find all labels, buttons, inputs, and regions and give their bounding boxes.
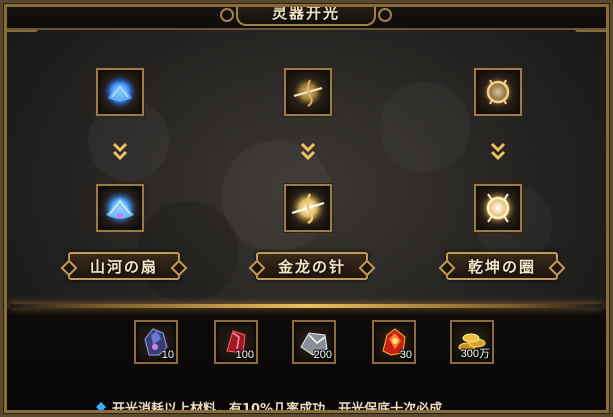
golden-ring-glowing-icon [479, 189, 517, 227]
material-slot-2[interactable]: 100 [214, 320, 258, 364]
artifact-slot-ring-before[interactable] [474, 68, 522, 116]
material-count: 200 [313, 349, 332, 361]
artifact-name: 乾坤の圈 [467, 257, 536, 276]
material-count: 300万 [460, 348, 490, 360]
double-chevron-down-icon [300, 142, 316, 161]
golden-ring-icon [481, 75, 515, 109]
artifact-slot-fan-before[interactable] [96, 68, 144, 116]
material-slot-4[interactable]: 30 [372, 320, 416, 364]
kaiguang-notice: 开光消耗以上材料，有10%几率成功，开光保底十次必成 [96, 398, 443, 417]
material-slot-5[interactable]: 300万 [450, 320, 494, 364]
double-chevron-down-icon [112, 142, 128, 161]
title-bar: 灵器开光 [0, 0, 613, 32]
blue-diamond-bullet-icon [96, 402, 106, 412]
artifact-slot-needle-after[interactable] [284, 184, 332, 232]
material-count: 100 [235, 349, 254, 361]
title-plate: 灵器开光 [220, 0, 392, 26]
corner-ornament-left [4, 2, 38, 32]
material-slot-1[interactable]: 10 [134, 320, 178, 364]
double-chevron-down-icon [490, 142, 506, 161]
material-count: 30 [399, 349, 412, 361]
blue-fan-icon [102, 74, 138, 110]
blue-fan-glowing-icon [101, 189, 139, 227]
material-slot-3[interactable]: 200 [292, 320, 336, 364]
artifact-slot-ring-after[interactable] [474, 184, 522, 232]
artifact-name-plate-needle: 金龙の针 [256, 252, 368, 280]
glowing-divider [10, 304, 603, 308]
golden-needle-icon [292, 76, 324, 108]
artifact-name-plate-fan: 山河の扇 [68, 252, 180, 280]
corner-ornament-right [575, 2, 609, 32]
artifact-slot-needle-before[interactable] [284, 68, 332, 116]
window-title: 灵器开光 [271, 3, 340, 22]
material-count: 10 [161, 349, 174, 361]
notice-text: 开光消耗以上材料，有10%几率成功，开光保底十次必成 [112, 401, 443, 417]
artifact-name: 山河の扇 [89, 257, 158, 276]
lingqi-kaiguang-panel: 灵器开光 山河の扇 金龙の针 乾坤の圈 10 100 200 30 300万 开… [0, 0, 613, 417]
golden-needle-glowing-icon [289, 189, 327, 227]
artifact-slot-fan-after[interactable] [96, 184, 144, 232]
artifact-name: 金龙の针 [277, 257, 346, 276]
artifact-name-plate-ring: 乾坤の圈 [446, 252, 558, 280]
